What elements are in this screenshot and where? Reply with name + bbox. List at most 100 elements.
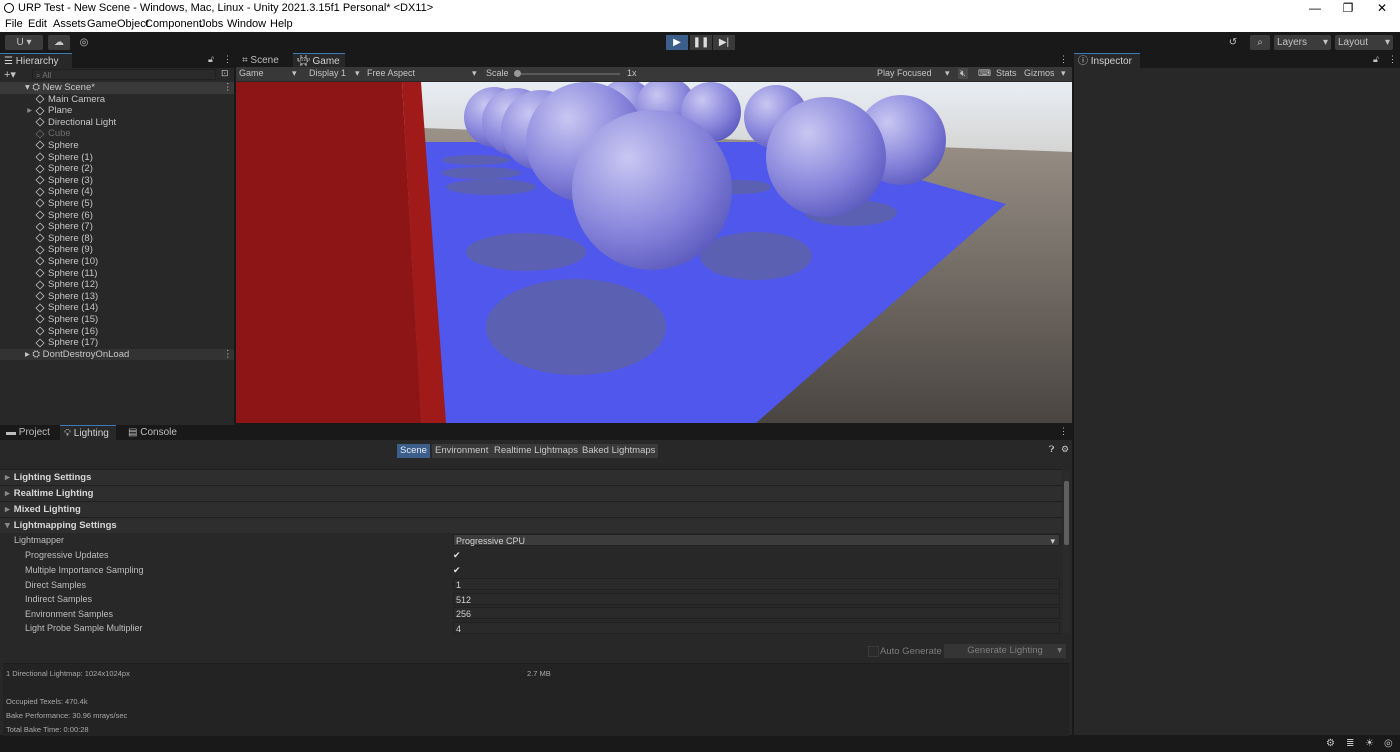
keyboard-icon[interactable]: ⌨ xyxy=(978,68,991,79)
subtab-scene[interactable]: Scene xyxy=(397,444,430,458)
hierarchy-item[interactable]: Main Camera xyxy=(0,94,234,106)
hierarchy-item[interactable]: Sphere (2) xyxy=(0,163,234,175)
scale-slider-track[interactable] xyxy=(516,73,620,75)
aspect-dropdown[interactable]: Free Aspect xyxy=(367,68,415,78)
menu-component[interactable]: Component xyxy=(145,18,202,30)
tab-scene[interactable]: ⌗ Scene xyxy=(238,53,296,68)
subtab-environment[interactable]: Environment xyxy=(432,444,492,458)
hierarchy-item[interactable]: Sphere (5) xyxy=(0,198,234,210)
tab-hierarchy[interactable]: ☰ Hierarchy xyxy=(0,53,72,68)
more-icon[interactable]: ⋮ xyxy=(223,54,232,65)
indirect-samples-field[interactable]: 512 xyxy=(453,593,1060,605)
game-viewport[interactable] xyxy=(236,82,1072,423)
tab-project[interactable]: ▬ Project xyxy=(2,425,58,440)
pause-icon[interactable]: ❚❚ xyxy=(690,35,712,50)
play-mode-dropdown[interactable]: Play Focused xyxy=(877,68,932,78)
hierarchy-item[interactable]: Sphere (17) xyxy=(0,337,234,349)
more-icon[interactable]: ⋮ xyxy=(1059,426,1068,437)
subtab-baked-lightmaps[interactable]: Baked Lightmaps xyxy=(579,444,659,458)
hierarchy-item[interactable]: Sphere (9) xyxy=(0,244,234,256)
hierarchy-item[interactable]: Sphere (8) xyxy=(0,233,234,245)
hierarchy-item[interactable]: Sphere (4) xyxy=(0,186,234,198)
generate-lighting-button[interactable]: Generate Lighting ▾ xyxy=(944,644,1066,658)
account-button[interactable]: U ▾ xyxy=(5,35,43,50)
help-icon[interactable]: ❓︎ xyxy=(1049,444,1054,455)
hierarchy-search-input[interactable]: ⌕ All xyxy=(32,69,216,80)
game-mode-dropdown[interactable]: Game xyxy=(239,68,264,78)
close-icon[interactable]: ✕ xyxy=(1372,1,1392,16)
hierarchy-item[interactable]: Directional Light xyxy=(0,117,234,129)
minimize-icon[interactable]: — xyxy=(1305,1,1325,16)
menu-file[interactable]: File xyxy=(5,18,23,30)
hierarchy-item[interactable]: Sphere (11) xyxy=(0,268,234,280)
gizmos-button[interactable]: Gizmos xyxy=(1024,68,1055,78)
history-icon[interactable]: ↺ xyxy=(1224,35,1242,50)
direct-samples-field[interactable]: 1 xyxy=(453,578,1060,590)
hierarchy-item[interactable]: Sphere (15) xyxy=(0,314,234,326)
hierarchy-item[interactable]: Sphere (14) xyxy=(0,302,234,314)
search-options-icon[interactable]: ⊡ xyxy=(221,68,229,79)
menu-gameobject[interactable]: GameObject xyxy=(87,18,149,30)
section-lightmapping-settings[interactable]: ▾ Lightmapping Settings xyxy=(0,517,1062,533)
step-icon[interactable]: ▶| xyxy=(713,35,735,50)
hierarchy-item[interactable]: Cube xyxy=(0,128,234,140)
scene-row[interactable]: ▾ ⛭ New Scene* ⋮ xyxy=(0,82,234,94)
section-mixed-lighting[interactable]: ▸ Mixed Lighting xyxy=(0,501,1062,517)
progress-icon[interactable]: ◎ xyxy=(1384,738,1393,749)
expand-arrow-icon[interactable]: ▾ xyxy=(0,82,30,93)
tab-console[interactable]: ▤ Console xyxy=(124,425,186,440)
hierarchy-item[interactable]: Sphere (6) xyxy=(0,210,234,222)
hierarchy-item[interactable]: Sphere (12) xyxy=(0,279,234,291)
layers-stack-icon[interactable]: ≣ xyxy=(1346,738,1354,749)
debug-icon[interactable]: ⚙ xyxy=(1326,738,1335,749)
lock-icon[interactable]: 🔓︎ xyxy=(1373,54,1379,65)
play-icon[interactable]: ▶ xyxy=(666,35,688,50)
hierarchy-item[interactable]: ▸ Plane xyxy=(0,105,234,117)
menu-window[interactable]: Window xyxy=(227,18,266,30)
cloud-icon[interactable]: ☁ xyxy=(48,35,70,50)
probe-multiplier-field[interactable]: 4 xyxy=(453,622,1060,634)
layers-dropdown[interactable]: Layers ▾ xyxy=(1274,35,1331,50)
menu-edit[interactable]: Edit xyxy=(28,18,47,30)
environment-samples-field[interactable]: 256 xyxy=(453,607,1060,619)
hierarchy-item[interactable]: Sphere xyxy=(0,140,234,152)
collapse-arrow-icon[interactable]: ▸ xyxy=(0,105,36,117)
more-icon[interactable]: ⋮ xyxy=(223,349,233,361)
menu-jobs[interactable]: Jobs xyxy=(200,18,223,30)
menu-assets[interactable]: Assets xyxy=(53,18,86,30)
hierarchy-item[interactable]: Sphere (3) xyxy=(0,175,234,187)
section-lighting-settings[interactable]: ▸ Lighting Settings xyxy=(0,469,1062,485)
tab-game[interactable]: 👾︎ Game xyxy=(293,53,345,68)
auto-generate-checkbox[interactable] xyxy=(868,646,879,657)
mute-audio-icon[interactable]: 🔇︎ xyxy=(958,68,968,79)
progressive-updates-checkbox[interactable]: ✔ xyxy=(453,550,463,560)
lightmapper-dropdown[interactable]: Progressive CPU ▾ xyxy=(453,534,1060,546)
tab-inspector[interactable]: ⓘ Inspector xyxy=(1074,53,1140,68)
search-icon[interactable]: ⌕ xyxy=(1250,35,1270,50)
more-icon[interactable]: ⋮ xyxy=(1388,54,1397,65)
scale-slider-thumb[interactable] xyxy=(514,70,521,77)
collapse-arrow-icon[interactable]: ▸ xyxy=(0,349,30,360)
stats-button[interactable]: Stats xyxy=(996,68,1017,78)
hierarchy-item[interactable]: Sphere (13) xyxy=(0,291,234,303)
more-icon[interactable]: ⋮ xyxy=(1059,54,1068,65)
more-icon[interactable]: ⋮ xyxy=(223,82,233,94)
tab-lighting[interactable]: 💡︎ Lighting xyxy=(60,425,116,440)
hierarchy-item[interactable]: Sphere (16) xyxy=(0,326,234,338)
hierarchy-item[interactable]: Sphere (7) xyxy=(0,221,234,233)
scrollbar-thumb[interactable] xyxy=(1064,481,1069,545)
lock-icon[interactable]: 🔓︎ xyxy=(208,54,214,65)
dont-destroy-row[interactable]: ▸ ⛭ DontDestroyOnLoad ⋮ xyxy=(0,348,234,361)
gear-icon[interactable]: ⚙ xyxy=(1061,444,1069,455)
hierarchy-item[interactable]: Sphere (1) xyxy=(0,152,234,164)
section-realtime-lighting[interactable]: ▸ Realtime Lighting xyxy=(0,485,1062,501)
scrollbar[interactable] xyxy=(1063,471,1070,633)
add-icon[interactable]: +▾ xyxy=(4,68,16,81)
restore-icon[interactable]: ❐ xyxy=(1338,1,1358,16)
display-dropdown[interactable]: Display 1 xyxy=(309,68,346,78)
subtab-realtime-lightmaps[interactable]: Realtime Lightmaps xyxy=(491,444,581,458)
hierarchy-item[interactable]: Sphere (10) xyxy=(0,256,234,268)
lighting-status-icon[interactable]: ☀ xyxy=(1365,738,1374,749)
mis-checkbox[interactable]: ✔ xyxy=(453,565,463,575)
menu-help[interactable]: Help xyxy=(270,18,293,30)
